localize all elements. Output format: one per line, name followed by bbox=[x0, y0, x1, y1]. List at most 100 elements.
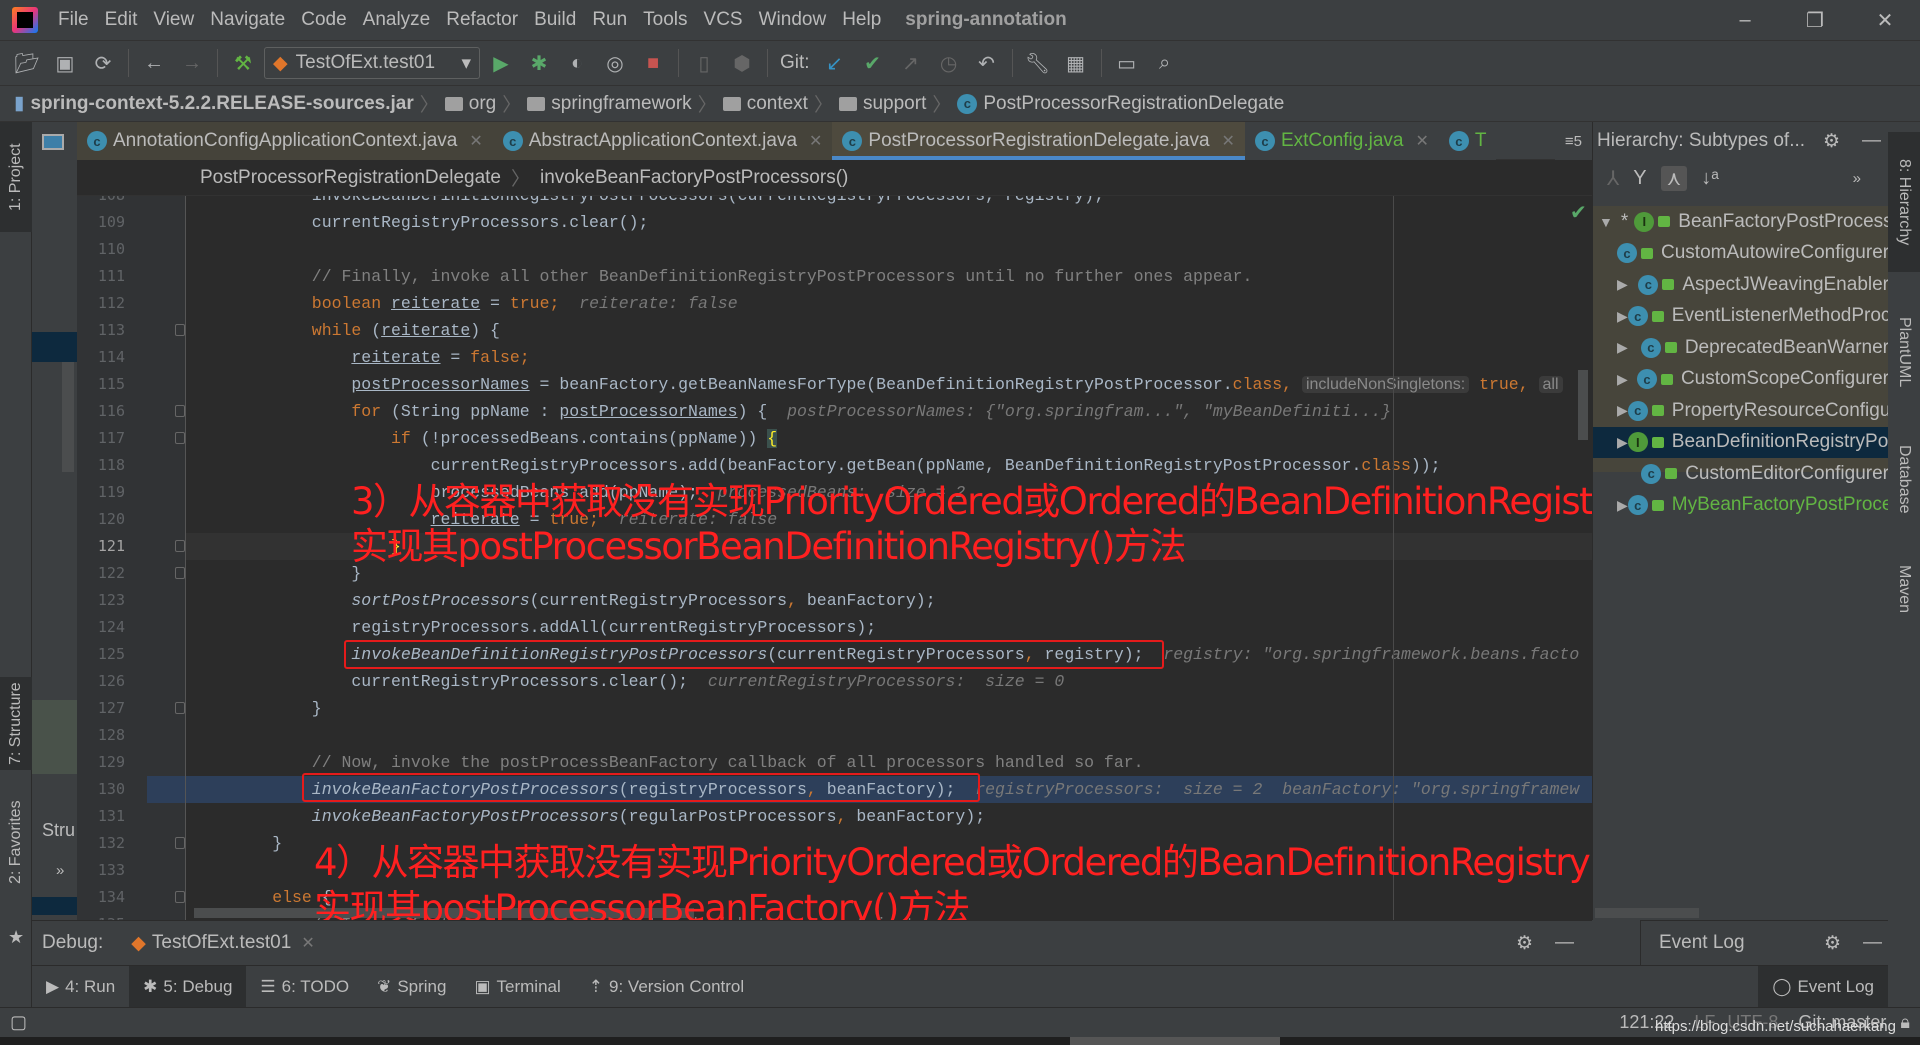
maximize-button[interactable]: ❐ bbox=[1780, 0, 1850, 41]
lock-icon[interactable]: 🔒︎ bbox=[1900, 1012, 1910, 1033]
menu-tools[interactable]: Tools bbox=[635, 9, 695, 31]
close-button[interactable]: ✕ bbox=[1850, 0, 1920, 41]
gear-icon[interactable]: ⚙ bbox=[1516, 932, 1533, 955]
sync-icon[interactable]: ⟳ bbox=[86, 46, 120, 80]
sort-alpha-icon[interactable]: ↓ᵃ bbox=[1701, 167, 1718, 190]
fold-marker-icon[interactable] bbox=[175, 566, 185, 579]
menu-build[interactable]: Build bbox=[526, 9, 584, 31]
coverage-icon[interactable]: ◐ bbox=[560, 46, 594, 80]
menu-edit[interactable]: Edit bbox=[97, 9, 146, 31]
nav-folder-context[interactable]: context bbox=[722, 93, 808, 115]
nav-class[interactable]: c PostProcessorRegistrationDelegate bbox=[957, 93, 1284, 115]
expand-arrow-icon[interactable]: ▶ bbox=[1617, 371, 1632, 388]
search-icon[interactable]: ⌕ bbox=[1148, 46, 1182, 80]
run-icon[interactable]: ▶ bbox=[484, 46, 518, 80]
git-rollback-icon[interactable]: ↶ bbox=[970, 46, 1004, 80]
nav-folder-support[interactable]: support bbox=[838, 93, 926, 115]
project-structure-icon[interactable]: ▦ bbox=[1059, 46, 1093, 80]
class-hierarchy-icon[interactable]: ⋏ bbox=[1660, 166, 1688, 191]
fold-marker-icon[interactable] bbox=[175, 431, 185, 444]
menu-window[interactable]: Window bbox=[751, 9, 835, 31]
hierarchy-item[interactable]: ▼ * I BeanFactoryPostProcessor bbox=[1593, 206, 1888, 237]
minimize-icon[interactable]: — bbox=[1555, 932, 1574, 954]
tab-2[interactable]: c PostProcessorRegistrationDelegate.java ✕ bbox=[832, 122, 1245, 160]
open-folder-icon[interactable]: 📂︎ bbox=[10, 46, 44, 80]
minimize-icon[interactable]: — bbox=[1862, 130, 1881, 152]
run-configuration-select[interactable]: ◆ TestOfExt.test01 ▾ bbox=[264, 47, 480, 79]
breadcrumb-class[interactable]: PostProcessorRegistrationDelegate bbox=[200, 167, 501, 189]
tool-window-hierarchy[interactable]: 8: Hierarchy bbox=[1888, 132, 1920, 272]
menu-view[interactable]: View bbox=[145, 9, 202, 31]
expand-arrow-icon[interactable]: ▶ bbox=[1617, 434, 1628, 451]
toggle-tool-windows-icon[interactable]: ▢ bbox=[10, 1012, 27, 1033]
minimize-button[interactable]: – bbox=[1710, 0, 1780, 41]
expand-arrow-icon[interactable]: ▼ bbox=[1599, 214, 1613, 230]
tool-todo[interactable]: ☰ 6: TODO bbox=[246, 966, 363, 1008]
hierarchy-item[interactable]: c CustomAutowireConfigurer bbox=[1593, 238, 1888, 269]
hierarchy-item[interactable]: ▶ c CustomScopeConfigurer bbox=[1593, 364, 1888, 395]
save-icon[interactable]: ▣ bbox=[48, 46, 82, 80]
panel-icon[interactable] bbox=[42, 134, 64, 150]
attach-icon[interactable]: ▯ bbox=[687, 46, 721, 80]
fold-marker-icon[interactable] bbox=[175, 890, 185, 903]
fold-marker-icon[interactable] bbox=[175, 404, 185, 417]
tool-window-project[interactable]: 1: Project bbox=[0, 122, 32, 232]
hierarchy-item[interactable]: ▶c MyBeanFactoryPostProcessor bbox=[1593, 490, 1888, 521]
close-tab-icon[interactable]: ✕ bbox=[1222, 131, 1235, 151]
back-icon[interactable]: ← bbox=[137, 46, 171, 80]
hierarchy-item[interactable]: c CustomEditorConfigurer bbox=[1593, 458, 1888, 489]
expand-arrow-icon[interactable]: ▶ bbox=[1617, 339, 1635, 356]
tool-event-log[interactable]: ◯ Event Log bbox=[1758, 965, 1888, 1008]
supertypes-icon[interactable]: ⅄ bbox=[1607, 166, 1619, 191]
tool-window-database[interactable]: Database bbox=[1888, 422, 1920, 537]
terminal-icon[interactable]: ▭ bbox=[1110, 46, 1144, 80]
close-tab-icon[interactable]: ✕ bbox=[1415, 131, 1428, 151]
stop-icon[interactable]: ■ bbox=[636, 46, 670, 80]
fold-marker-icon[interactable] bbox=[175, 539, 185, 552]
nav-folder-org[interactable]: org bbox=[444, 93, 496, 115]
tabs-overflow-button[interactable]: ≡5 bbox=[1554, 122, 1592, 160]
git-commit-icon[interactable]: ✔ bbox=[856, 46, 890, 80]
expand-arrow-icon[interactable]: ▶ bbox=[1617, 308, 1628, 325]
git-update-icon[interactable]: ↙ bbox=[818, 46, 852, 80]
expand-arrow-icon[interactable]: ▶ bbox=[1617, 276, 1633, 293]
fold-marker-icon[interactable] bbox=[175, 836, 185, 849]
expand-icon[interactable]: » bbox=[56, 862, 64, 879]
tool-run[interactable]: ▶ 4: Run bbox=[32, 966, 129, 1008]
build-hammer-icon[interactable]: ⚒ bbox=[226, 46, 260, 80]
close-session-icon[interactable]: ✕ bbox=[301, 933, 314, 953]
forward-icon[interactable]: → bbox=[175, 46, 209, 80]
tool-window-favorites[interactable]: 2: Favorites bbox=[0, 782, 32, 902]
hierarchy-item[interactable]: ▶ c AspectJWeavingEnabler bbox=[1593, 269, 1888, 300]
fold-marker-icon[interactable] bbox=[175, 701, 185, 714]
expand-arrow-icon[interactable]: ▶ bbox=[1617, 497, 1628, 514]
tool-terminal[interactable]: ▣ Terminal bbox=[460, 966, 574, 1008]
menu-file[interactable]: File bbox=[50, 9, 97, 31]
menu-help[interactable]: Help bbox=[834, 9, 889, 31]
editor-scrollbar[interactable] bbox=[1578, 370, 1588, 440]
expand-arrow-icon[interactable]: ▶ bbox=[1617, 402, 1628, 419]
close-tab-icon[interactable]: ✕ bbox=[469, 131, 482, 151]
tool-window-maven[interactable]: Maven bbox=[1888, 542, 1920, 637]
git-push-icon[interactable]: ↗ bbox=[894, 46, 928, 80]
tool-version-control[interactable]: ⇡ 9: Version Control bbox=[575, 966, 758, 1008]
menu-code[interactable]: Code bbox=[293, 9, 354, 31]
hierarchy-item[interactable]: ▶c EventListenerMethodProcessor bbox=[1593, 301, 1888, 332]
gear-icon[interactable]: ⚙ bbox=[1824, 932, 1841, 955]
subtypes-icon[interactable]: Y bbox=[1633, 167, 1646, 190]
menu-navigate[interactable]: Navigate bbox=[202, 9, 293, 31]
tool-window-structure[interactable]: 7: Structure bbox=[0, 677, 32, 770]
tab-1[interactable]: c AbstractApplicationContext.java ✕ bbox=[492, 122, 833, 160]
tool-spring[interactable]: ❦ Spring bbox=[363, 966, 460, 1008]
line-number-gutter[interactable]: 108 109 110 111 112 113 114 115 116 117 118 119 120 1… bbox=[77, 196, 185, 920]
tab-4[interactable]: cT bbox=[1438, 122, 1497, 160]
nav-jar[interactable]: ▮ spring-context-5.2.2.RELEASE-sources.ja… bbox=[14, 92, 414, 115]
gear-icon[interactable]: ⚙ bbox=[1823, 130, 1840, 153]
profile-icon[interactable]: ◎ bbox=[598, 46, 632, 80]
hierarchy-scrollbar[interactable] bbox=[1595, 908, 1699, 918]
hierarchy-item[interactable]: ▶c PropertyResourceConfigurer bbox=[1593, 395, 1888, 426]
minimize-icon[interactable]: — bbox=[1863, 932, 1882, 954]
breadcrumb-method[interactable]: invokeBeanFactoryPostProcessors() bbox=[540, 167, 848, 189]
nav-folder-springframework[interactable]: springframework bbox=[527, 93, 692, 115]
tab-3[interactable]: c ExtConfig.java ✕ bbox=[1244, 122, 1439, 160]
